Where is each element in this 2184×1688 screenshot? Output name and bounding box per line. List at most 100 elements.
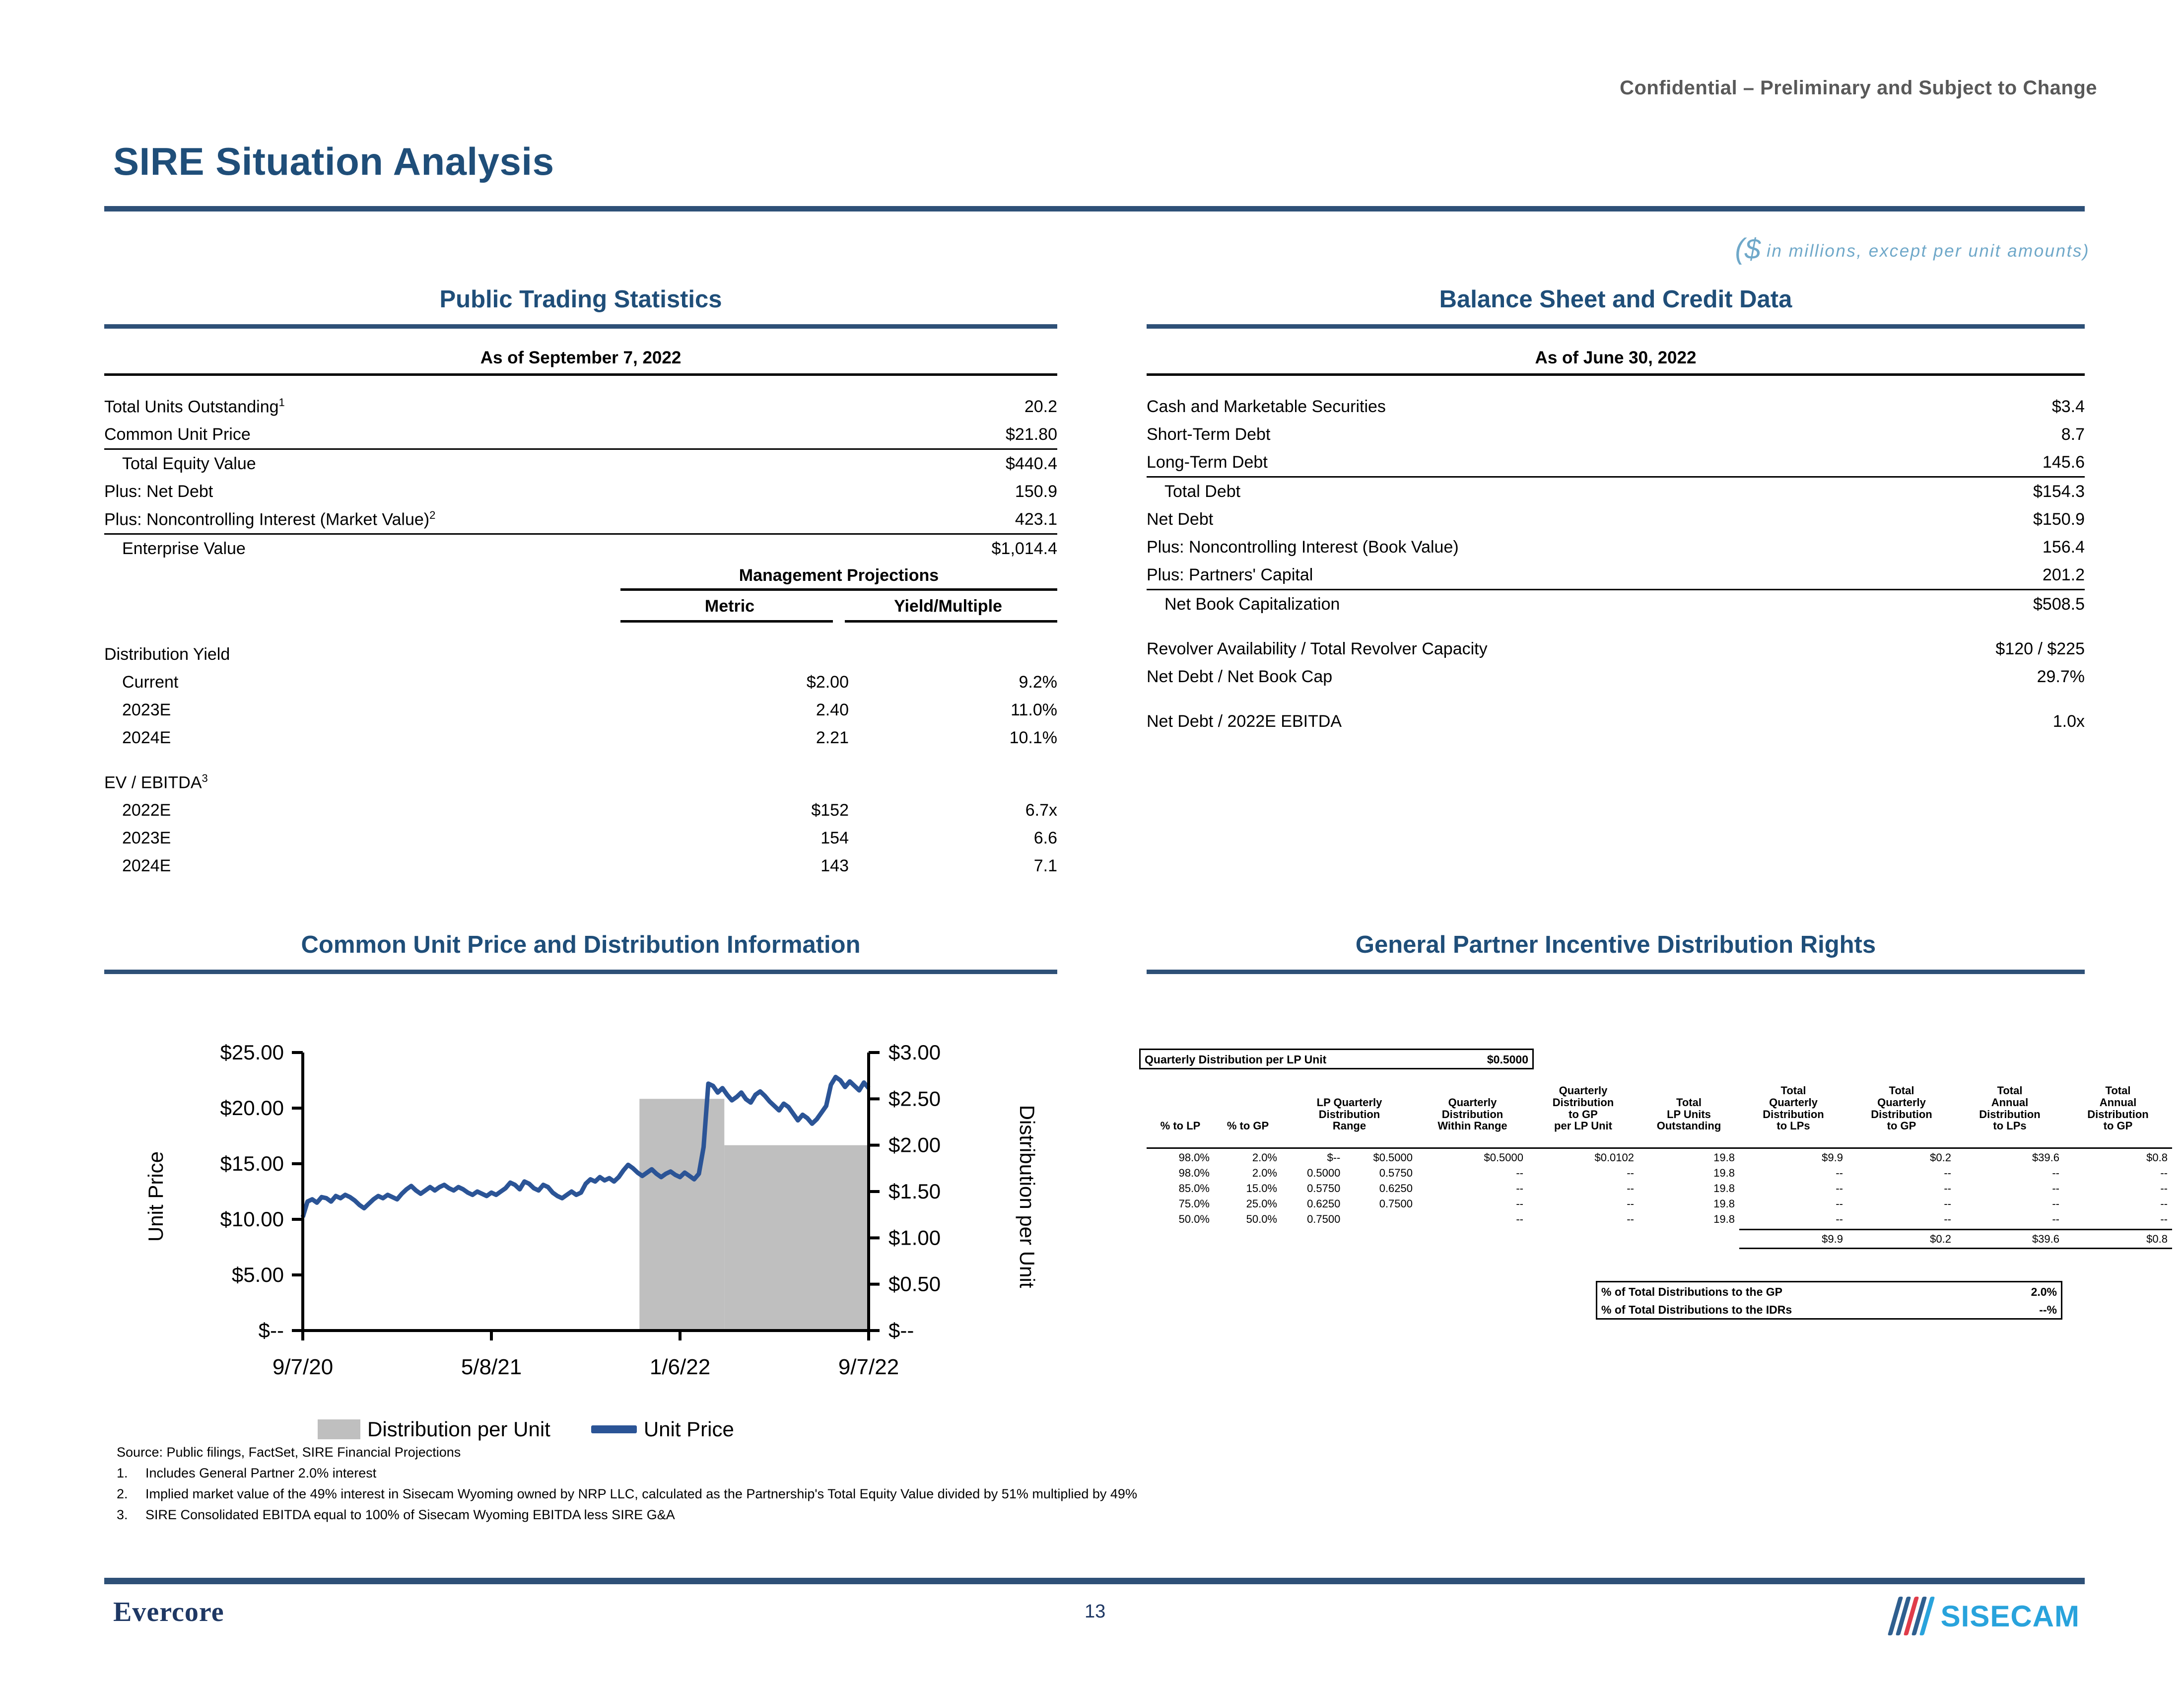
totals-rule (1147, 1226, 2172, 1230)
range-high: 0.7500 (1379, 1197, 1413, 1210)
row-label: Plus: Net Debt (104, 482, 213, 501)
distribution-bars (639, 1099, 869, 1331)
x-tick-label: 9/7/20 (273, 1355, 333, 1379)
x-axis: 9/7/20 5/8/21 1/6/22 9/7/22 (273, 1331, 899, 1379)
y-tick-label-left: $5.00 (232, 1263, 284, 1286)
row-value: 20.2 (1024, 397, 1057, 416)
pct-to-gp: 50.0% (1246, 1213, 1277, 1225)
balance-sheet-heading: Balance Sheet and Credit Data (1439, 286, 1792, 313)
col-header-lp-units: Total LP Units Outstanding (1656, 1096, 1721, 1132)
unit-price-chart: $-- $5.00 $10.00 $15.00 $20.00 $25.00 $-- $0.5… (104, 1033, 1047, 1400)
summary-value: 2.0% (2031, 1285, 2057, 1298)
range-low: 0.5750 (1307, 1182, 1341, 1195)
quarterly-distribution-label: Quarterly Distribution per LP Unit (1145, 1053, 1327, 1066)
x-tick-label: 5/8/21 (461, 1355, 522, 1379)
price-panel-divider (104, 970, 1057, 974)
a-to-lps: $39.6 (2032, 1151, 2059, 1164)
a-to-lps: -- (2052, 1213, 2059, 1225)
lp-units: 19.8 (1713, 1167, 1735, 1179)
footer-divider (104, 1578, 2085, 1584)
projections-top-rule (620, 588, 1057, 591)
row-label: Plus: Noncontrolling Interest (Book Valu… (1147, 537, 1459, 557)
a-to-gp: -- (2160, 1167, 2168, 1179)
metric-value: 2.40 (816, 700, 849, 719)
public-trading-asof: As of September 7, 2022 (104, 343, 1057, 376)
spacer (104, 375, 1057, 393)
distribution-bar (639, 1099, 725, 1331)
pct-to-lp: 75.0% (1178, 1197, 1210, 1210)
spacer (1147, 618, 2085, 635)
within-range: $0.5000 (1484, 1151, 1523, 1164)
col-header-q-to-gp: Total Quarterly Distribution to GP (1871, 1084, 1932, 1132)
q-to-gp: -- (1944, 1197, 1951, 1210)
row-label: 2023E (122, 828, 171, 847)
legend-item-distribution: Distribution per Unit (318, 1417, 550, 1441)
chart-svg: $-- $5.00 $10.00 $15.00 $20.00 $25.00 $-- $0.5… (144, 1041, 1039, 1379)
lp-units: 19.8 (1713, 1213, 1735, 1225)
units-note-symbol: ($ (1735, 233, 1761, 265)
y-tick-label-right: $-- (888, 1319, 914, 1342)
col-yield-rule (845, 620, 1057, 623)
col-header-pct-gp: % to GP (1227, 1120, 1269, 1132)
row-label: Enterprise Value (122, 539, 246, 558)
y-tick-label-right: $1.00 (888, 1226, 941, 1249)
pct-to-lp: 98.0% (1178, 1151, 1210, 1164)
row-label: Total Debt (1164, 482, 1241, 501)
q-to-gp: -- (1944, 1213, 1951, 1225)
a-to-lps: -- (2052, 1167, 2059, 1179)
row-label: Current (122, 672, 179, 692)
row-value: 201.2 (1890, 561, 2085, 590)
row-value: 29.7% (2037, 667, 2085, 686)
y-axis-right: $-- $0.50 $1.00 $1.50 $2.00 $2.50 $3.00 (869, 1041, 941, 1342)
totals-underline (1147, 1246, 2172, 1249)
section-title: Distribution Yield (104, 644, 230, 664)
summary-value: --% (2039, 1303, 2057, 1316)
total-a-to-lps: $39.6 (2032, 1233, 2059, 1245)
yield-value: 10.1% (1009, 728, 1057, 747)
row-value: 1.0x (2052, 711, 2085, 731)
idr-panel-heading: General Partner Incentive Distribution R… (1355, 931, 1876, 958)
idr-table: % to LP % to GP LP Quarterly Distribution… (1147, 1085, 2172, 1249)
spacer (1147, 691, 2085, 707)
pct-to-lp: 85.0% (1178, 1182, 1210, 1195)
range-low: 0.6250 (1307, 1197, 1341, 1210)
total-a-to-gp: $0.8 (2146, 1233, 2168, 1245)
quarterly-distribution-box: Quarterly Distribution per LP Unit $0.50… (1139, 1049, 1534, 1069)
total-q-to-lps: $9.9 (1822, 1233, 1843, 1245)
row-value: $150.9 (2033, 509, 2085, 529)
yield-value: 6.6 (1033, 828, 1057, 847)
col-metric-rule (620, 620, 833, 623)
y-tick-label-right: $0.50 (888, 1272, 941, 1296)
y-tick-label-left: $20.00 (220, 1096, 284, 1120)
units-note-text: in millions, except per unit amounts) (1760, 241, 2090, 261)
table-row: 98.0% 2.0% $-- $0.5000 $0.5000 $0.0102 19.8 $9.… (1147, 1148, 2172, 1165)
col-header-to-gp-per-unit: Quarterly Distribution to GP per LP Unit (1552, 1084, 1614, 1132)
q-to-gp: -- (1944, 1167, 1951, 1179)
row-value: $21.80 (899, 421, 1057, 450)
public-trading-divider (104, 324, 1057, 329)
management-projections-table: Distribution Yield Current $2.00 9.2% 20… (104, 640, 1057, 880)
row-value: 423.1 (899, 505, 1057, 535)
row-value: $508.5 (2033, 594, 2085, 614)
idr-summary-box: % of Total Distributions to the GP 2.0% … (1596, 1281, 2062, 1320)
chart-legend: Distribution per Unit Unit Price (318, 1417, 734, 1441)
page-title: SIRE Situation Analysis (113, 140, 554, 183)
row-label: Total Units Outstanding1 (104, 396, 285, 417)
range-high: $0.5000 (1373, 1151, 1413, 1164)
footnote-1: 1. Includes General Partner 2.0% interest (117, 1465, 377, 1480)
yield-value: 9.2% (1019, 672, 1058, 692)
footnote-2: 2. Implied market value of the 49% intere… (117, 1486, 1137, 1501)
y-tick-label-right: $2.50 (888, 1087, 941, 1110)
row-value: 150.9 (1015, 482, 1057, 501)
row-value: $440.4 (1006, 454, 1057, 473)
public-trading-table: As of September 7, 2022 Total Units Outs… (104, 343, 1057, 563)
footnote-ref: 2 (429, 509, 436, 522)
yield-value: 11.0% (1011, 700, 1057, 719)
title-divider (104, 206, 2085, 211)
row-label: Cash and Marketable Securities (1147, 397, 1386, 416)
table-row: 85.0% 15.0% 0.5750 0.6250 -- -- 19.8 -- -- -- -- (1147, 1180, 2172, 1195)
lp-units: 19.8 (1713, 1151, 1735, 1164)
legend-line-icon (591, 1425, 637, 1433)
legend-label: Distribution per Unit (367, 1417, 550, 1441)
range-high (1345, 1210, 1417, 1226)
